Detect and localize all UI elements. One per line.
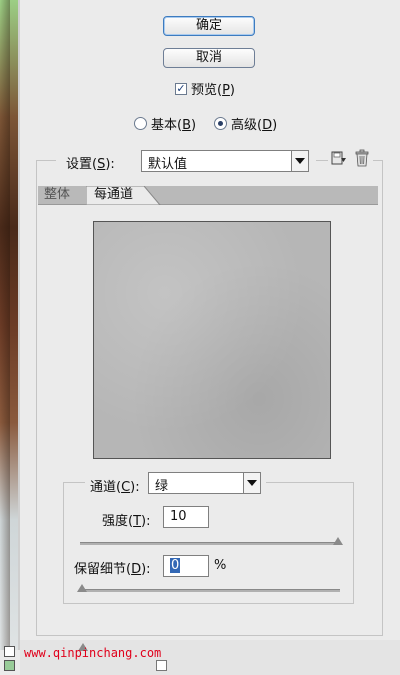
- settings-frame-top-mid: [316, 160, 328, 161]
- image-preview-strip: [0, 0, 18, 650]
- zoom-in-icon[interactable]: [4, 660, 15, 671]
- settings-frame-top-left: [36, 160, 56, 161]
- channel-select-value: 绿: [155, 479, 169, 494]
- settings-frame-top-right: [373, 160, 383, 161]
- tab-overall[interactable]: 整体: [44, 186, 84, 204]
- channel-frame-right: [353, 482, 354, 603]
- channel-frame-bottom: [63, 603, 354, 604]
- strength-slider-track[interactable]: [80, 542, 340, 545]
- strength-input[interactable]: 10: [163, 506, 209, 528]
- dialog-border: [18, 0, 20, 650]
- preview-checkbox[interactable]: ✓: [175, 82, 187, 95]
- tab-per-channel[interactable]: 每通道: [86, 186, 161, 205]
- preserve-details-input[interactable]: 0: [163, 555, 209, 577]
- chevron-down-icon: [291, 151, 308, 171]
- watermark-text: www.qinpinchang.com: [24, 646, 162, 660]
- mode-advanced-radio[interactable]: [214, 117, 227, 130]
- preview-image: [93, 221, 331, 459]
- preview-label: 预览(P): [191, 83, 235, 98]
- preserve-details-slider-thumb[interactable]: [77, 584, 87, 592]
- channel-frame-top-left: [63, 482, 85, 483]
- mode-basic-label: 基本(B): [151, 118, 197, 133]
- strength-label: 强度(T):: [102, 514, 151, 529]
- preview-checkbox-row[interactable]: ✓ 预览(P): [175, 79, 235, 98]
- mode-advanced-radio-row[interactable]: 高级(D): [214, 114, 277, 133]
- settings-label: 设置(S):: [66, 157, 115, 172]
- save-settings-icon[interactable]: [331, 150, 347, 166]
- channel-frame-left: [63, 482, 64, 603]
- cancel-button[interactable]: 取消: [163, 48, 255, 68]
- chevron-down-icon: [243, 473, 260, 493]
- settings-frame-left: [36, 160, 37, 635]
- preserve-details-label: 保留细节(D):: [74, 562, 151, 577]
- zoom-out-icon[interactable]: [4, 646, 15, 657]
- channel-select[interactable]: 绿: [148, 472, 261, 494]
- settings-frame-right: [382, 160, 383, 635]
- channel-frame-top-right: [266, 482, 354, 483]
- settings-select-value: 默认值: [148, 157, 188, 172]
- mode-basic-radio[interactable]: [134, 117, 147, 130]
- percent-unit: %: [214, 558, 227, 573]
- preserve-details-slider-track[interactable]: [80, 589, 340, 592]
- channel-label: 通道(C):: [90, 480, 140, 495]
- mode-advanced-label: 高级(D): [231, 118, 278, 133]
- settings-frame-bottom: [36, 635, 383, 636]
- strength-slider-thumb[interactable]: [333, 537, 343, 545]
- settings-select[interactable]: 默认值: [141, 150, 309, 172]
- scroll-icon[interactable]: [156, 660, 167, 671]
- trash-icon[interactable]: [354, 149, 370, 167]
- ok-button[interactable]: 确定: [163, 16, 255, 36]
- mode-basic-radio-row[interactable]: 基本(B): [134, 114, 196, 133]
